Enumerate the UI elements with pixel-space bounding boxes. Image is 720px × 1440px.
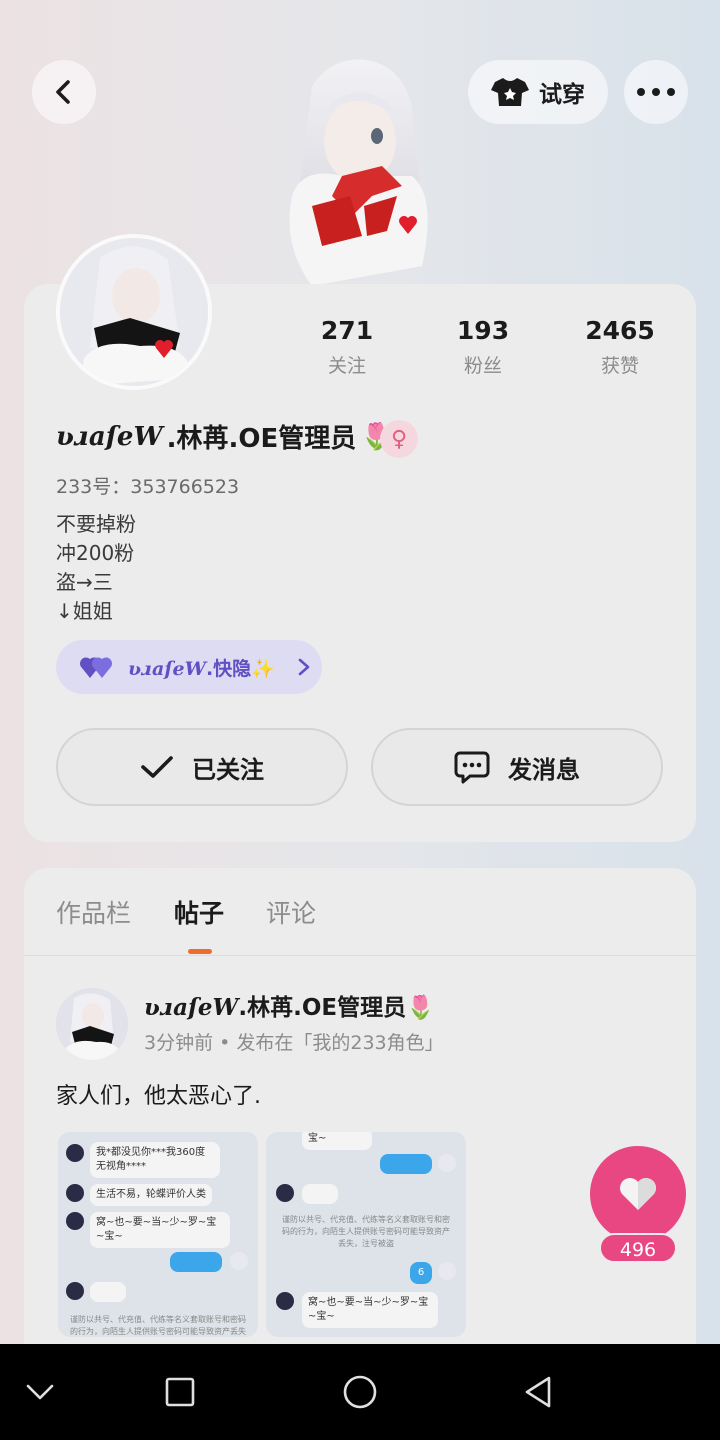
chat-bubble: 生活不易，轮蝶评价人类 [90, 1184, 212, 1206]
tab-works[interactable]: 作品栏 [56, 894, 131, 930]
try-on-button[interactable]: 试穿 [468, 60, 608, 124]
message-button[interactable]: 发消息 [371, 728, 663, 806]
more-dots-icon [637, 88, 675, 96]
chevron-left-icon [56, 80, 70, 104]
post-image-1[interactable]: 我*都没见你***我360度无视角**** 生活不易，轮蝶评价人类 窝~也~要~… [58, 1132, 258, 1337]
following-button[interactable]: 已关注 [56, 728, 348, 806]
stat-label: 粉丝 [463, 355, 502, 377]
stat-following[interactable]: 271 关注 [282, 316, 412, 378]
chat-bubble: 窝~也~要~当~少~罗~宝~宝~ [302, 1292, 438, 1328]
nav-recent-button[interactable] [156, 1368, 204, 1416]
bio-line: 盗→三 [56, 570, 113, 594]
nav-collapse-button[interactable] [16, 1368, 64, 1416]
post-author-avatar[interactable] [56, 988, 128, 1060]
post-text: 家人们，他太恶心了. [56, 1084, 261, 1109]
tab-comments[interactable]: 评论 [266, 894, 316, 930]
chat-avatar [230, 1252, 248, 1270]
number-bubble: 6 [410, 1262, 432, 1284]
stat-value: 2465 [585, 316, 655, 345]
stat-label: 获赞 [600, 355, 639, 377]
more-button[interactable] [624, 60, 688, 124]
nav-home-circle-icon [343, 1375, 377, 1409]
profile-bio: 不要掉粉 冲200粉 盗→三 ↓姐姐 [56, 510, 136, 626]
stat-value: 271 [320, 316, 374, 345]
nav-recent-square-icon [165, 1377, 195, 1407]
chat-bubble: 宝~ [302, 1132, 372, 1150]
chat-bubble-icon [454, 751, 490, 784]
stat-likes[interactable]: 2465 获赞 [555, 316, 685, 378]
username-script: ʋɹaſeW [56, 421, 163, 452]
system-notice: 谨防以共号、代充值、代练等名义套取账号和密码的行为，向陌生人提供账号密码可能导致… [70, 1315, 246, 1336]
family-badge[interactable]: ʋɹaſeW.快隐✨ [56, 640, 322, 694]
bio-line: 不要掉粉 [56, 512, 136, 536]
like-count: 496 [599, 1233, 677, 1263]
following-label: 已关注 [192, 755, 264, 784]
chat-bubble: 我*都没见你***我360度无视角**** [90, 1142, 220, 1178]
chat-avatar [66, 1212, 84, 1230]
emoji-bubble [302, 1184, 338, 1204]
bio-line: ↓姐姐 [56, 599, 113, 623]
user-id: 233号：353766523 [56, 476, 240, 498]
system-notice: 谨防以共号、代充值、代练等名义套取账号和密码的行为，向陌生人提供账号密码可能导致… [282, 1215, 450, 1248]
stat-followers[interactable]: 193 粉丝 [418, 316, 548, 378]
tab-divider [24, 955, 696, 956]
chat-bubble: 窝~也~要~当~少~罗~宝~宝~ [90, 1212, 230, 1248]
heart-icon [620, 1178, 656, 1210]
tshirt-icon [491, 78, 529, 106]
avatar-image [56, 988, 128, 1060]
nav-collapse-chevron-icon [26, 1384, 54, 1400]
stat-value: 193 [456, 316, 510, 345]
character-illustration [289, 59, 428, 286]
message-label: 发消息 [508, 755, 580, 784]
family-name: ʋɹaſeW.快隐✨ [128, 657, 275, 680]
voice-bubble [380, 1154, 432, 1174]
like-button[interactable] [590, 1146, 686, 1242]
stat-label: 关注 [327, 355, 366, 377]
chat-avatar [276, 1184, 294, 1202]
chat-avatar [66, 1144, 84, 1162]
back-button[interactable] [32, 60, 96, 124]
nav-home-button[interactable] [336, 1368, 384, 1416]
post-author-name[interactable]: ʋɹaſeW.林苒.OE管理员🌷 [144, 988, 435, 1022]
profile-avatar[interactable] [56, 234, 212, 390]
chat-avatar [438, 1154, 456, 1172]
chat-avatar [438, 1262, 456, 1280]
female-icon: ♀ [380, 420, 418, 458]
nav-back-button[interactable] [514, 1368, 562, 1416]
try-on-label: 试穿 [539, 82, 585, 108]
nav-back-triangle-icon [525, 1376, 551, 1408]
avatar-image [60, 238, 208, 386]
chat-avatar [66, 1184, 84, 1202]
emoji-bubble [90, 1282, 126, 1302]
chevron-right-icon [298, 658, 310, 676]
bio-line: 冲200粉 [56, 541, 135, 565]
check-icon [141, 756, 173, 778]
chat-avatar [276, 1292, 294, 1310]
tab-posts[interactable]: 帖子 [174, 894, 224, 930]
post-meta: 3分钟前 • 发布在「我的233角色」 [144, 1032, 444, 1054]
voice-bubble [170, 1252, 222, 1272]
post-image-2[interactable]: 宝~ 谨防以共号、代充值、代练等名义套取账号和密码的行为，向陌生人提供账号密码可… [266, 1132, 466, 1337]
username-text: .林苒.OE管理员 [166, 424, 357, 454]
profile-username: ʋɹaſeW .林苒.OE管理员 🌷 [56, 418, 393, 455]
tab-indicator [188, 949, 212, 954]
double-heart-icon [80, 657, 113, 678]
chat-avatar [66, 1282, 84, 1300]
